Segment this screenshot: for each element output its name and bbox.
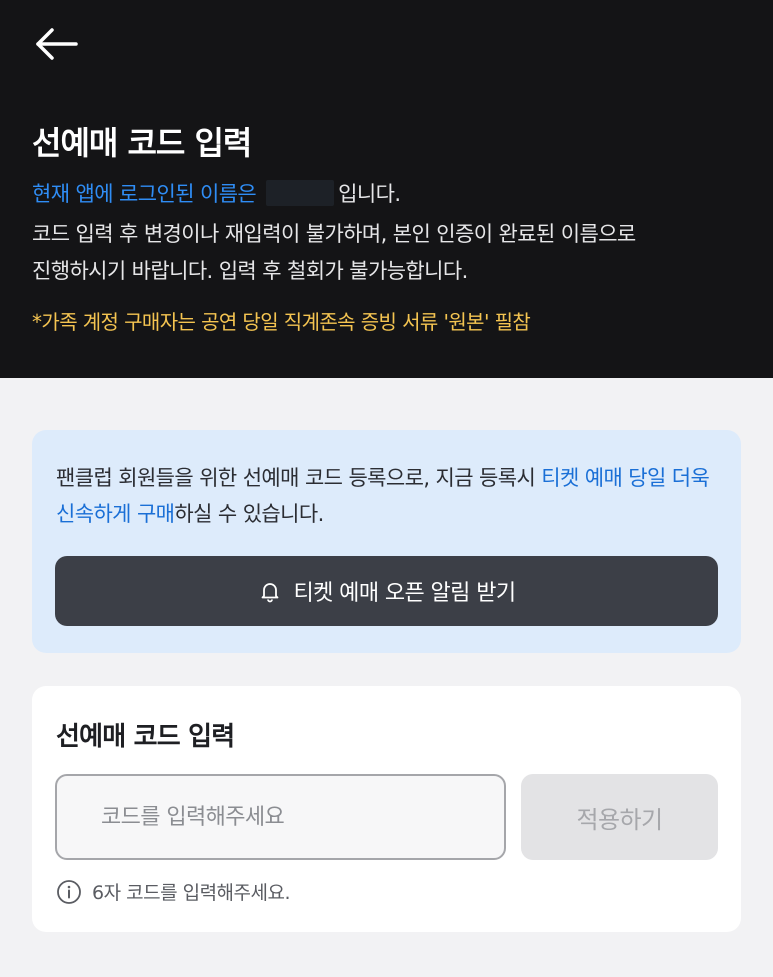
info-text-part1: 팬클럽 회원들을 위한 선예매 코드 등록으로, 지금 등록시 bbox=[56, 466, 542, 490]
code-hint: 6자 코드를 입력해주세요. bbox=[56, 878, 291, 905]
code-hint-text: 6자 코드를 입력해주세요. bbox=[92, 882, 291, 904]
info-circle-icon bbox=[57, 879, 81, 904]
notice-line-3: 진행하시기 바랍니다. 입력 후 철회가 불가능합니다. bbox=[32, 259, 468, 283]
apply-button[interactable]: 적용하기 bbox=[521, 774, 718, 860]
presale-info-card: 팬클럽 회원들을 위한 선예매 코드 등록으로, 지금 등록시 티켓 예매 당일… bbox=[32, 430, 741, 653]
back-button[interactable] bbox=[30, 22, 82, 66]
bell-icon bbox=[261, 583, 278, 603]
login-name-notice: 현재 앱에 로그인된 이름은 입니다. bbox=[32, 180, 752, 208]
code-entry-card: 선예매 코드 입력 적용하기 6자 코드를 입력해주세요. bbox=[32, 686, 741, 932]
presale-info-text: 팬클럽 회원들을 위한 선예매 코드 등록으로, 지금 등록시 티켓 예매 당일… bbox=[56, 460, 731, 532]
alert-button-label: 티켓 예매 오픈 알림 받기 bbox=[293, 581, 517, 606]
info-text-part2: 하실 수 있습니다. bbox=[174, 502, 324, 526]
page-title: 선예매 코드 입력 bbox=[32, 124, 252, 162]
masked-user-name bbox=[266, 180, 335, 206]
login-name-label: 현재 앱에 로그인된 이름은 bbox=[32, 182, 257, 206]
arrow-left-icon bbox=[36, 28, 78, 60]
login-name-suffix: 입니다. bbox=[338, 182, 401, 206]
ticket-open-alert-button[interactable]: 티켓 예매 오픈 알림 받기 bbox=[55, 556, 718, 626]
header: 선예매 코드 입력 현재 앱에 로그인된 이름은 입니다. 코드 입력 후 변경이… bbox=[0, 0, 773, 378]
code-input[interactable] bbox=[55, 774, 506, 860]
family-account-note: *가족 계정 구매자는 공연 당일 직계존속 증빙 서류 '원본' 필참 bbox=[32, 310, 531, 334]
code-section-title: 선예매 코드 입력 bbox=[56, 722, 235, 752]
notice-line-2: 코드 입력 후 변경이나 재입력이 불가하며, 본인 인증이 완료된 이름으로 bbox=[32, 222, 636, 246]
